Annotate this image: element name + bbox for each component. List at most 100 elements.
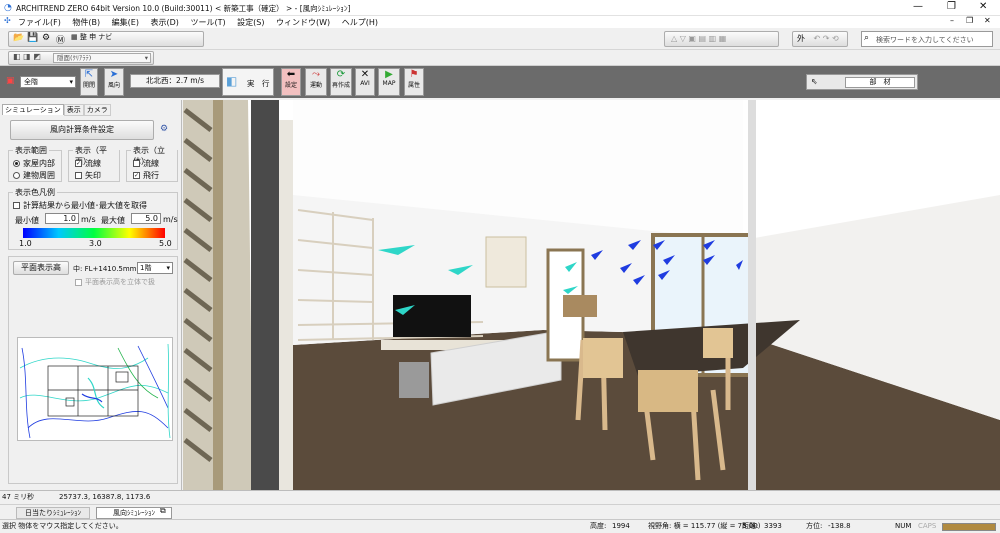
- open-icon[interactable]: 📂: [13, 33, 24, 43]
- recreate-tool[interactable]: ⟳ 再作成: [330, 68, 352, 96]
- menu-help[interactable]: ヘルプ(H): [342, 18, 378, 27]
- motion-tool[interactable]: ⤳ 運動: [305, 68, 327, 96]
- toolbar-row1: 📂 💾 ⚙ Ⓜ ▦ 整 申 ナビ △ ▽ ▣ ▤ ▥ ▦ 外 ↶ ↷ ⟲ ⌕ 検…: [0, 28, 1000, 50]
- legend-group: 表示色凡例 計算結果から最小値･最大値を取得 最小値 1.0 m/s 最大値 5…: [8, 187, 178, 250]
- mdi-close-button[interactable]: ✕: [984, 16, 991, 25]
- menu-property[interactable]: 物件(B): [72, 18, 100, 27]
- settings-tool-label: 設定: [284, 82, 297, 89]
- height-label: 高度:: [590, 522, 607, 530]
- min-unit: m/s: [81, 215, 96, 224]
- gear-icon[interactable]: ⚙: [42, 33, 50, 43]
- settings-tool[interactable]: ⬅ 設定: [281, 68, 301, 96]
- plan-height-button[interactable]: 平面表示高: [13, 261, 69, 275]
- menu-view[interactable]: 表示(D): [151, 18, 179, 27]
- coordinates: 25737.3, 16387.8, 1173.6: [59, 493, 151, 501]
- up-arrow-icon[interactable]: △: [671, 34, 677, 43]
- simulation-panel: シミュレーション 表示 カメラ 風向計算条件設定 ⚙ 表示範囲 家屋内部 建物周囲 …: [0, 100, 182, 490]
- window-icon[interactable]: ▣: [688, 34, 696, 43]
- layout-icon[interactable]: ▥: [709, 34, 717, 43]
- coordinate-bar: 47 ミリ秒 25737.3, 16387.8, 1173.6: [0, 490, 1000, 504]
- maximize-button[interactable]: ❐: [947, 1, 956, 12]
- display-select-value: 隠面(ｸﾘｱﾗﾃ): [57, 54, 92, 62]
- tab-simulation[interactable]: シミュレーション: [2, 104, 64, 115]
- plan-minimap[interactable]: [17, 337, 173, 441]
- solid-stream-checkbox[interactable]: [133, 160, 140, 167]
- wind-readout: 北北西：2.7 m/s: [130, 74, 220, 88]
- menu-tools[interactable]: ツール(T): [190, 18, 225, 27]
- plane-arrow-checkbox[interactable]: [75, 172, 82, 179]
- max-unit: m/s: [163, 215, 178, 224]
- tab-sunlight-sim[interactable]: 日当たりｼﾐｭﾚｰｼｮﾝ: [16, 507, 90, 519]
- auto-range-label: 計算結果から最小値･最大値を取得: [23, 201, 147, 210]
- avi-tool-label: AVI: [360, 80, 370, 87]
- map-icon: ▶: [385, 69, 393, 80]
- save-icon[interactable]: 💾: [27, 33, 38, 43]
- cursor-icon[interactable]: ⇖: [811, 77, 818, 86]
- tab-display[interactable]: 表示: [63, 104, 84, 116]
- min-input[interactable]: 1.0: [45, 213, 79, 224]
- material-value: 部 材: [869, 78, 891, 86]
- floor-level-select[interactable]: 1階 ▾: [137, 262, 173, 274]
- new-tab-icon[interactable]: ⧉: [160, 506, 166, 516]
- search-input[interactable]: 検索ワードを入力してください: [876, 35, 974, 45]
- range-house-label: 家屋内部: [23, 159, 55, 168]
- mdi-restore-button[interactable]: ❐: [966, 16, 973, 25]
- solid-height-checkbox[interactable]: [75, 278, 82, 286]
- plane-stream-checkbox[interactable]: ✓: [75, 160, 82, 167]
- nav-arrows: △ ▽ ▣ ▤ ▥ ▦: [664, 31, 779, 47]
- plan-height-label: 平面表示高: [21, 263, 61, 272]
- menu-bar: ✣ ファイル(F) 物件(B) 編集(E) 表示(D) ツール(T) 設定(S)…: [0, 16, 1000, 28]
- floor-level-value: 1階: [140, 264, 152, 272]
- cube-icon[interactable]: ◧ ◨ ◩: [13, 52, 41, 61]
- mdi-minimize-button[interactable]: –: [950, 16, 954, 25]
- panel-tabs: シミュレーション 表示 カメラ: [2, 104, 111, 116]
- outer-label[interactable]: 外: [797, 34, 805, 43]
- range-around-radio[interactable]: [13, 172, 20, 179]
- height-value: 1994: [612, 522, 630, 530]
- render-time: 47 ミリ秒: [2, 493, 35, 501]
- recreate-tool-label: 再作成: [331, 82, 350, 89]
- avi-tool[interactable]: ✕ AVI: [355, 68, 375, 96]
- toggle-button[interactable]: ⇱ 開閉: [80, 68, 98, 96]
- solid-flight-checkbox[interactable]: ✓: [133, 172, 140, 179]
- minimize-button[interactable]: —: [913, 1, 923, 12]
- material-select[interactable]: 部 材: [845, 77, 915, 88]
- map-tool[interactable]: ▶ MAP: [378, 68, 400, 96]
- grid-icon[interactable]: ▦: [719, 34, 727, 43]
- down-arrow-icon[interactable]: ▽: [680, 34, 686, 43]
- motion-tool-label: 運動: [309, 82, 322, 89]
- max-value: 5.0: [145, 214, 158, 223]
- document-tabs: 日当たりｼﾐｭﾚｰｼｮﾝ 風向ｼﾐｭﾚｰｼｮﾝ ⧉: [0, 504, 1000, 519]
- floor-select[interactable]: 全階 ▾: [20, 76, 76, 88]
- menu-edit[interactable]: 編集(E): [112, 18, 139, 27]
- menu-file[interactable]: ファイル(F): [18, 18, 61, 27]
- 3d-viewport[interactable]: [183, 100, 1000, 490]
- run-button[interactable]: ◧ 実 行: [222, 68, 274, 96]
- search-box[interactable]: ⌕ 検索ワードを入力してください: [861, 31, 993, 47]
- progress-bar: [942, 523, 996, 531]
- nav-tools[interactable]: ▦ 整 申 ナビ: [71, 32, 112, 42]
- attribute-tool[interactable]: ⚑ 属性: [404, 68, 424, 96]
- m-icon[interactable]: Ⓜ: [56, 33, 65, 46]
- floor-plan-streamlines: [19, 343, 171, 439]
- undo-icon[interactable]: ↶ ↷ ⟲: [814, 34, 839, 43]
- map-tool-label: MAP: [382, 80, 396, 87]
- close-button[interactable]: ✕: [979, 1, 987, 12]
- menu-settings[interactable]: 設定(S): [237, 18, 264, 27]
- floor-icon: ▣: [6, 76, 15, 86]
- tab-camera[interactable]: カメラ: [83, 104, 111, 116]
- title-bar: ◔ ARCHITREND ZERO 64bit Version 10.0 (Bu…: [0, 0, 1000, 16]
- auto-range-checkbox[interactable]: [13, 202, 20, 209]
- wind-calc-settings-button[interactable]: 風向計算条件設定: [10, 120, 154, 140]
- wind-button[interactable]: ➤ 風向: [104, 68, 124, 96]
- menu-window[interactable]: ウィンドウ(W): [276, 18, 330, 27]
- range-house-radio[interactable]: [13, 160, 20, 167]
- settings-icon[interactable]: ⚙: [160, 124, 168, 134]
- simulation-toolbar: 全階 ▾ ▣ ⇱ 開閉 ➤ 風向 北北西：2.7 m/s ◧ 実 行 ⬅ 設定 …: [0, 66, 1000, 98]
- display-select[interactable]: 隠面(ｸﾘｱﾗﾃ) ▾: [53, 53, 151, 63]
- solid-group: 表示（立体） 流線 ✓ 飛行: [126, 145, 178, 182]
- tile-icon[interactable]: ▤: [699, 34, 707, 43]
- min-label: 最小値: [15, 216, 39, 225]
- color-legend-bar: [23, 228, 165, 238]
- max-input[interactable]: 5.0: [131, 213, 161, 224]
